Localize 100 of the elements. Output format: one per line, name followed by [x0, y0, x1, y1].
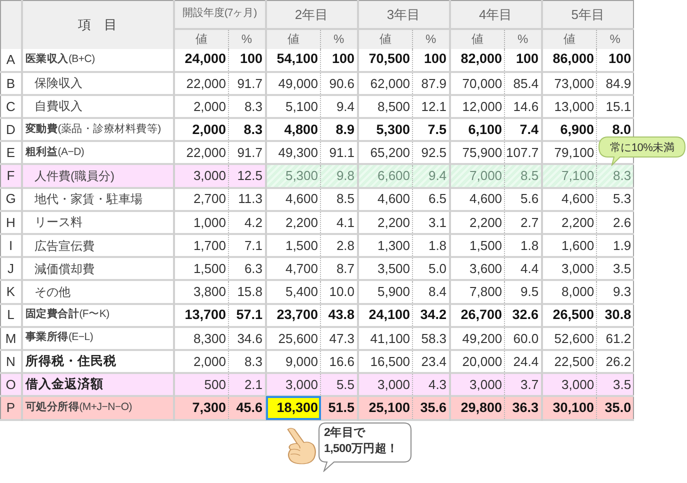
table-cell: 7,100 — [542, 164, 597, 188]
table-cell: 8,500 — [358, 94, 413, 118]
table-cell: 8,300 — [174, 326, 228, 350]
table-cell: 9.3 — [596, 280, 634, 304]
table-cell: 26,500 — [542, 304, 597, 327]
table-cell: 49,000 — [266, 72, 321, 95]
table-cell: 2,200 — [266, 210, 321, 234]
table-cell: 25,600 — [266, 326, 321, 350]
table-cell: 2,200 — [358, 210, 413, 234]
table-cell: 1.8 — [504, 234, 542, 258]
table-cell: 3,000 — [358, 373, 413, 396]
row-label: 固定費合計(F〜K) — [22, 304, 174, 327]
table-cell: 8.3 — [596, 164, 634, 188]
table-cell: 70,000 — [450, 72, 505, 95]
table-cell: 85.4 — [504, 72, 542, 95]
table-cell: 4.3 — [412, 373, 450, 396]
table-cell: 36.3 — [504, 396, 542, 420]
row-label: 人件費(職員分) — [22, 164, 174, 188]
table-cell: 8.4 — [412, 280, 450, 304]
table-cell: 4,600 — [542, 188, 597, 211]
table-cell: 13,000 — [542, 94, 597, 118]
table-cell: 3,800 — [174, 280, 228, 304]
table-cell: 500 — [174, 373, 228, 396]
table-cell: 12.5 — [228, 164, 266, 188]
table-cell: 2.6 — [596, 210, 634, 234]
table-cell: 91.7 — [228, 141, 266, 164]
table-cell: 8.9 — [320, 118, 358, 142]
table-cell: 5,100 — [266, 94, 321, 118]
table-cell: 4.2 — [228, 210, 266, 234]
table-cell: 14.6 — [504, 94, 542, 118]
row-label: 地代・家賃・駐車場 — [22, 188, 174, 211]
table-cell: 7.1 — [228, 234, 266, 258]
column-header: 値 — [358, 28, 413, 48]
table-cell: 13,700 — [174, 304, 228, 327]
table-cell: 4,600 — [266, 188, 321, 211]
table-cell: 15.1 — [596, 94, 634, 118]
row-letter: D — [0, 118, 22, 142]
table-cell: 3,600 — [450, 257, 505, 280]
table-cell: 51.5 — [320, 396, 358, 420]
table-cell: 5,400 — [266, 280, 321, 304]
table-cell: 35.0 — [596, 396, 634, 420]
row-letter: K — [0, 280, 22, 304]
table-cell: 3,000 — [542, 373, 597, 396]
column-header: 値 — [450, 28, 505, 48]
table-cell: 47.3 — [320, 326, 358, 350]
table-cell: 2.1 — [228, 373, 266, 396]
row-label: 借入金返済額 — [22, 373, 174, 396]
row-label: リース料 — [22, 210, 174, 234]
table-cell: 8.5 — [504, 164, 542, 188]
table-cell: 100 — [412, 48, 450, 72]
table-cell: 5.5 — [320, 373, 358, 396]
table-cell: 9.8 — [320, 164, 358, 188]
table-cell: 91.7 — [228, 72, 266, 95]
table-cell: 4,600 — [450, 188, 505, 211]
table-cell: 100 — [596, 48, 634, 72]
table-cell: 54,100 — [266, 48, 321, 72]
table-cell: 43.8 — [320, 304, 358, 327]
row-letter: H — [0, 210, 22, 234]
table-cell: 3,000 — [450, 373, 505, 396]
table-cell: 5.0 — [412, 257, 450, 280]
row-letter: M — [0, 326, 22, 350]
table-cell: 7,800 — [450, 280, 505, 304]
table-cell: 2,200 — [450, 210, 505, 234]
table-cell: 100 — [320, 48, 358, 72]
table-cell: 52,600 — [542, 326, 597, 350]
table-cell: 8.3 — [228, 94, 266, 118]
table-cell: 29,800 — [450, 396, 505, 420]
table-cell: 100 — [228, 48, 266, 72]
column-header: 4年目 — [450, 0, 542, 28]
table-cell: 86,000 — [542, 48, 597, 72]
table-cell: 9.5 — [504, 280, 542, 304]
row-label: その他 — [22, 280, 174, 304]
table-cell: 60.0 — [504, 326, 542, 350]
table-cell: 4.1 — [320, 210, 358, 234]
table-cell: 8.7 — [320, 257, 358, 280]
table-cell: 70,500 — [358, 48, 413, 72]
table-cell: 3,000 — [542, 257, 597, 280]
table-cell: 8.5 — [320, 188, 358, 211]
table-cell: 1,300 — [358, 234, 413, 258]
table-cell: 6.3 — [228, 257, 266, 280]
table-cell: 30,100 — [542, 396, 597, 420]
table-cell: 7,300 — [174, 396, 228, 420]
row-label: 医業収入(B+C) — [22, 48, 174, 72]
table-cell: 23,700 — [266, 304, 321, 327]
table-cell: 5.3 — [596, 188, 634, 211]
row-label: 減価償却費 — [22, 257, 174, 280]
column-header: 値 — [266, 28, 321, 48]
table-cell: 7,000 — [450, 164, 505, 188]
table-cell: 5.6 — [504, 188, 542, 211]
table-cell: 3.5 — [596, 373, 634, 396]
table-cell: 22,000 — [174, 72, 228, 95]
table-cell: 18,300 — [266, 396, 321, 420]
column-header: 5年目 — [542, 0, 634, 28]
row-letter: C — [0, 94, 22, 118]
table-cell: 23.4 — [412, 350, 450, 374]
table-cell: 2,000 — [174, 118, 228, 142]
table-cell: 2.7 — [504, 210, 542, 234]
row-letter: G — [0, 188, 22, 211]
row-letter: L — [0, 304, 22, 327]
row-label: 所得税・住民税 — [22, 350, 174, 374]
